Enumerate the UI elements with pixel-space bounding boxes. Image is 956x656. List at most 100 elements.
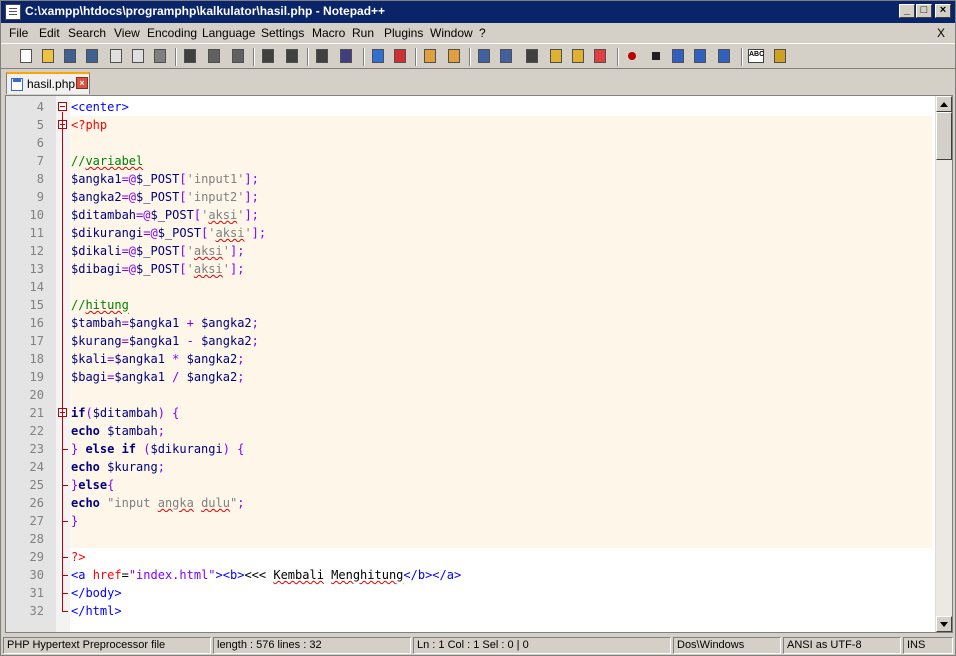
code-line[interactable]: $dikali=@$_POST['aksi']; bbox=[70, 242, 932, 260]
code-line[interactable]: <?php bbox=[70, 116, 932, 134]
menu-settings[interactable]: Settings bbox=[261, 26, 304, 40]
replace-icon[interactable] bbox=[337, 47, 355, 65]
undo-icon[interactable] bbox=[259, 47, 277, 65]
record-macro-icon[interactable] bbox=[623, 47, 641, 65]
code-line[interactable]: }else{ bbox=[70, 476, 932, 494]
line-number: 7 bbox=[36, 154, 44, 168]
line-number: 16 bbox=[29, 316, 44, 330]
code-line[interactable]: //hitung bbox=[70, 296, 932, 314]
code-line[interactable]: } else if ($dikurangi) { bbox=[70, 440, 932, 458]
doc-map-icon[interactable] bbox=[569, 47, 587, 65]
scroll-thumb[interactable] bbox=[936, 112, 952, 160]
code-line[interactable]: $dikurangi=@$_POST['aksi']; bbox=[70, 224, 932, 242]
code-line[interactable]: echo $tambah; bbox=[70, 422, 932, 440]
scroll-up-button[interactable] bbox=[936, 96, 952, 112]
code-line[interactable]: echo "input angka dulu"; bbox=[70, 494, 932, 512]
scroll-down-button[interactable] bbox=[936, 616, 952, 632]
redo-icon[interactable] bbox=[283, 47, 301, 65]
new-file-icon[interactable] bbox=[17, 47, 35, 65]
menu-edit[interactable]: Edit bbox=[39, 26, 60, 40]
print-icon[interactable] bbox=[151, 47, 169, 65]
play-multiple-macro-icon[interactable] bbox=[691, 47, 709, 65]
code-line[interactable]: echo $kurang; bbox=[70, 458, 932, 476]
zoom-in-icon[interactable] bbox=[369, 47, 387, 65]
code-line[interactable]: $angka2=@$_POST['input2']; bbox=[70, 188, 932, 206]
menu-language[interactable]: Language bbox=[202, 26, 255, 40]
sync-vertical-icon[interactable] bbox=[421, 47, 439, 65]
play-macro-icon[interactable] bbox=[669, 47, 687, 65]
indent-guide-icon[interactable] bbox=[523, 47, 541, 65]
code-line[interactable] bbox=[70, 278, 932, 296]
code-line[interactable]: <a href="index.html"><b><<< Kembali Meng… bbox=[70, 566, 932, 584]
close-icon[interactable] bbox=[107, 47, 125, 65]
code-line[interactable]: </body> bbox=[70, 584, 932, 602]
function-list-icon[interactable] bbox=[591, 47, 609, 65]
spellcheck-settings-icon[interactable] bbox=[771, 47, 789, 65]
save-macro-icon[interactable] bbox=[715, 47, 733, 65]
close-all-icon[interactable] bbox=[129, 47, 147, 65]
open-file-icon[interactable] bbox=[39, 47, 57, 65]
code-line[interactable]: } bbox=[70, 512, 932, 530]
code-line[interactable] bbox=[70, 386, 932, 404]
zoom-out-icon[interactable] bbox=[391, 47, 409, 65]
code-line[interactable]: ?> bbox=[70, 548, 932, 566]
code-line[interactable]: $kurang=$angka1 - $angka2; bbox=[70, 332, 932, 350]
fold-toggle-icon[interactable] bbox=[58, 102, 67, 111]
sync-horizontal-icon[interactable] bbox=[445, 47, 463, 65]
menu-run[interactable]: Run bbox=[352, 26, 374, 40]
code-line[interactable]: //variabel bbox=[70, 152, 932, 170]
code-line[interactable]: $ditambah=@$_POST['aksi']; bbox=[70, 206, 932, 224]
notepad-app-icon[interactable] bbox=[5, 4, 21, 20]
maximize-button[interactable]: □ bbox=[916, 4, 932, 18]
title-bar[interactable]: C:\xampp\htdocs\programphp\kalkulator\ha… bbox=[1, 1, 955, 23]
save-all-icon[interactable] bbox=[83, 47, 101, 65]
vertical-scrollbar[interactable] bbox=[935, 96, 952, 632]
minimize-button[interactable]: _ bbox=[899, 4, 915, 18]
code-editor[interactable]: 4 5 6 7 8 9 10 11 12 13 14 15 16 17 18 19 20 21 22 23 24 25 26… bbox=[5, 95, 953, 633]
code-line[interactable]: $bagi=$angka1 / $angka2; bbox=[70, 368, 932, 386]
code-line[interactable]: $kali=$angka1 * $angka2; bbox=[70, 350, 932, 368]
menu-plugins[interactable]: Plugins bbox=[384, 26, 423, 40]
code-token: $_POST bbox=[136, 190, 180, 204]
code-token: [ bbox=[179, 262, 187, 276]
code-token: 'input2' bbox=[186, 190, 245, 204]
save-icon[interactable] bbox=[61, 47, 79, 65]
code-line[interactable]: </html> bbox=[70, 602, 932, 620]
close-document-button[interactable]: X bbox=[937, 26, 945, 40]
udl-icon[interactable] bbox=[547, 47, 565, 65]
menu-view[interactable]: View bbox=[114, 26, 140, 40]
code-line[interactable]: $dibagi=@$_POST['aksi']; bbox=[70, 260, 932, 278]
code-token: ?> bbox=[71, 550, 86, 564]
code-line[interactable]: <center> bbox=[70, 98, 932, 116]
menu-encoding[interactable]: Encoding bbox=[147, 26, 197, 40]
tab-close-icon[interactable]: × bbox=[76, 77, 88, 89]
find-icon[interactable] bbox=[313, 47, 331, 65]
menu-macro[interactable]: Macro bbox=[312, 26, 345, 40]
code-token: $_POST bbox=[157, 226, 202, 240]
line-number: 30 bbox=[29, 568, 44, 582]
copy-icon[interactable] bbox=[205, 47, 223, 65]
show-all-chars-icon[interactable] bbox=[497, 47, 515, 65]
word-wrap-icon[interactable] bbox=[475, 47, 493, 65]
spellcheck-icon[interactable]: ABC bbox=[747, 47, 765, 65]
menu-help[interactable]: ? bbox=[479, 26, 486, 40]
code-token: $angka1 bbox=[114, 352, 165, 366]
menu-file[interactable]: File bbox=[9, 26, 28, 40]
code-line[interactable] bbox=[70, 134, 932, 152]
code-token: echo bbox=[71, 496, 100, 510]
paste-icon[interactable] bbox=[229, 47, 247, 65]
cut-icon[interactable] bbox=[181, 47, 199, 65]
code-line[interactable]: $angka1=@$_POST['input1']; bbox=[70, 170, 932, 188]
close-window-button[interactable]: × bbox=[935, 4, 951, 18]
code-area[interactable]: <center> <?php //variabel $angka1=@$_POST['… bbox=[70, 96, 932, 632]
code-line[interactable]: $tambah=$angka1 + $angka2; bbox=[70, 314, 932, 332]
stop-macro-icon[interactable] bbox=[647, 47, 665, 65]
menu-window[interactable]: Window bbox=[430, 26, 473, 40]
tab-hasil-php[interactable]: hasil.php × bbox=[6, 72, 90, 94]
code-line[interactable]: if($ditambah) { bbox=[70, 404, 932, 422]
fold-margin[interactable] bbox=[56, 96, 70, 632]
menu-search[interactable]: Search bbox=[68, 26, 106, 40]
code-line[interactable] bbox=[70, 530, 932, 548]
code-token: ' bbox=[208, 226, 216, 240]
